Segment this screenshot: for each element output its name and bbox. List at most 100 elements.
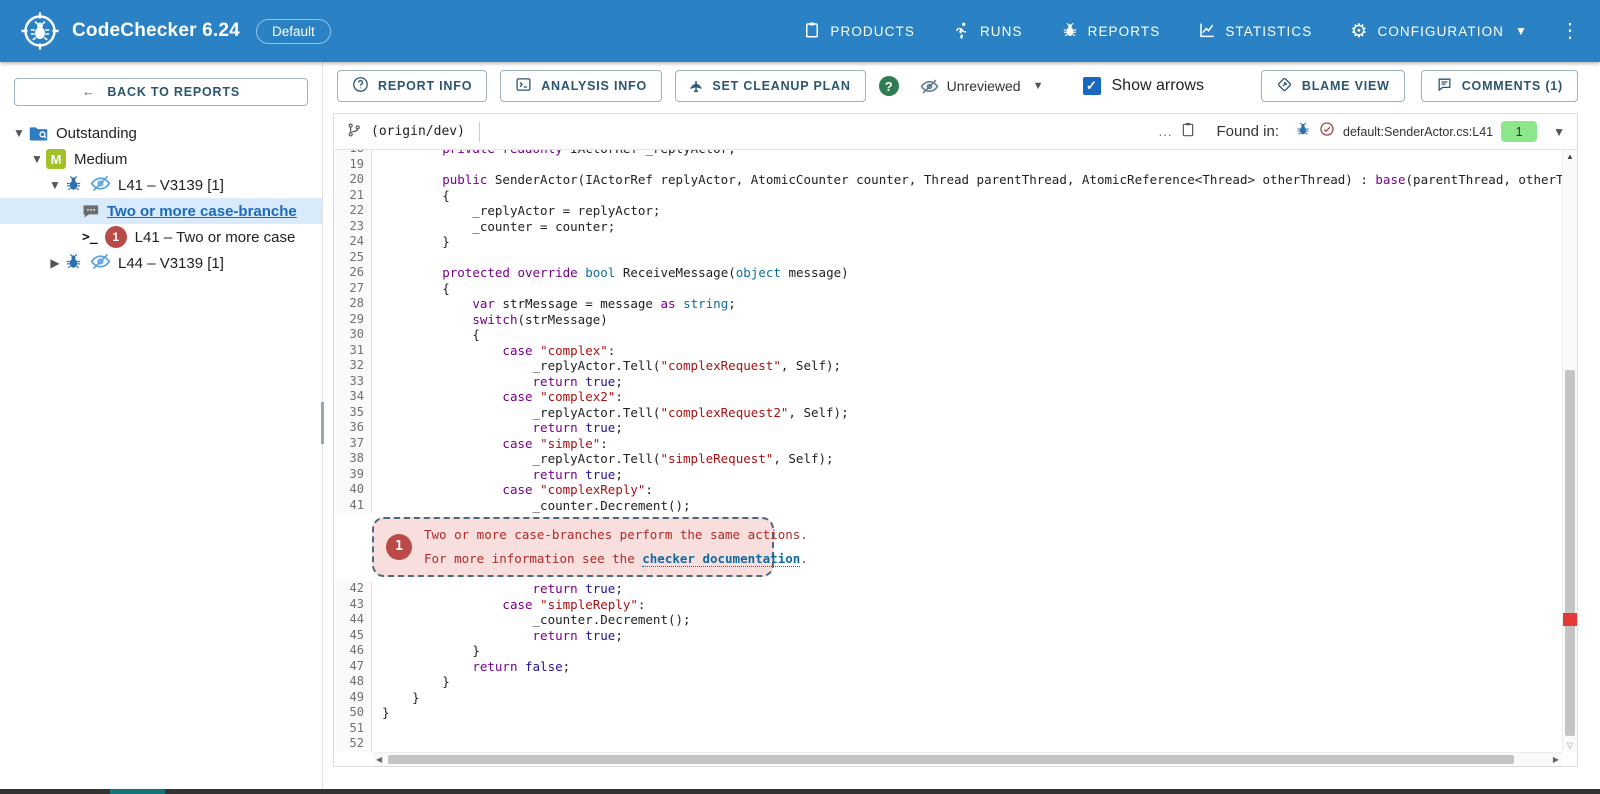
back-to-reports-button[interactable]: ← BACK TO REPORTS xyxy=(14,78,308,106)
code-line-28: 28 var strMessage = message as string; xyxy=(334,296,1562,312)
line-content: return true; xyxy=(372,420,623,436)
help-outline-icon xyxy=(352,76,369,96)
code-line-36: 36 return true; xyxy=(334,420,1562,436)
found-in-file[interactable]: default:SenderActor.cs:L41 xyxy=(1343,125,1493,139)
branch-indicator: (origin/dev) xyxy=(346,122,465,142)
line-number: 45 xyxy=(334,628,372,644)
line-content: } xyxy=(372,705,390,721)
expander-right-icon[interactable]: ▶ xyxy=(46,256,64,270)
product-chip[interactable]: Default xyxy=(256,19,331,44)
review-status-select[interactable]: Unreviewed ▼ xyxy=(920,77,1044,96)
code-line-35: 35 _replyActor.Tell("complexRequest2", S… xyxy=(334,405,1562,421)
step-count-badge: 1 xyxy=(105,226,127,248)
line-content: } xyxy=(372,674,450,690)
bug-position-marker xyxy=(1563,613,1577,626)
tree-item-report-message[interactable]: Two or more case-branche xyxy=(0,198,322,224)
code-line-43: 43 case "simpleReply": xyxy=(334,597,1562,613)
line-number: 51 xyxy=(334,721,372,737)
expander-down-icon[interactable]: ▼ xyxy=(46,178,64,192)
branch-name: (origin/dev) xyxy=(371,124,465,139)
blame-icon xyxy=(1276,76,1293,96)
line-content: _counter.Decrement(); xyxy=(372,498,691,514)
report-message-doc-line: For more information see the checker doc… xyxy=(424,551,760,566)
overflow-menu-icon[interactable]: ⋮ xyxy=(1560,21,1580,41)
line-number: 43 xyxy=(334,597,372,613)
scroll-down-icon[interactable]: ▽ xyxy=(1563,742,1577,750)
nav-item-configuration[interactable]: ⚙CONFIGURATION▼ xyxy=(1350,22,1528,41)
line-content xyxy=(372,721,382,737)
tree-item-report-l41-v3139[interactable]: ▼L41 – V3139 [1] xyxy=(0,172,322,198)
set-cleanup-plan-button[interactable]: ✈ SET CLEANUP PLAN xyxy=(675,70,866,102)
tree-item-report-l44-v3139[interactable]: ▶ L44 – V3139 [1] xyxy=(0,250,322,276)
products-icon xyxy=(803,21,821,42)
line-number: 49 xyxy=(334,690,372,706)
line-content: { xyxy=(372,188,450,204)
scroll-right-icon[interactable]: ▶ xyxy=(1553,755,1559,765)
content-area: ← BACK TO REPORTS ▼Outstanding▼MMedium▼L… xyxy=(0,62,1600,789)
code-line-42: 42 return true; xyxy=(334,581,1562,597)
line-content: return true; xyxy=(372,374,623,390)
blame-view-button[interactable]: BLAME VIEW xyxy=(1261,70,1405,102)
main-panel: REPORT INFO ANALYSIS INFO ✈ SET CLEANUP … xyxy=(323,62,1600,789)
comment-icon xyxy=(82,202,100,220)
vertical-scrollbar[interactable]: ▲ ▽ xyxy=(1562,150,1577,752)
chevron-down-icon: ▼ xyxy=(1515,24,1528,38)
git-branch-icon xyxy=(346,122,362,142)
expander-down-icon[interactable]: ▼ xyxy=(10,126,28,140)
copy-icon[interactable] xyxy=(1180,121,1196,142)
chevron-down-icon[interactable]: ▼ xyxy=(1553,125,1565,139)
checker-documentation-link[interactable]: checker documentation xyxy=(642,551,800,567)
code-line-50: 50} xyxy=(334,705,1562,721)
horizontal-scroll-thumb[interactable] xyxy=(388,755,1514,764)
reports-icon xyxy=(1061,21,1079,42)
show-arrows-checkbox[interactable]: ✓ xyxy=(1083,77,1101,95)
sidebar-resize-handle[interactable] xyxy=(322,62,323,789)
line-content: case "complex2": xyxy=(372,389,623,405)
code-line-26: 26 protected override bool ReceiveMessag… xyxy=(334,265,1562,281)
nav-item-reports[interactable]: REPORTS xyxy=(1061,21,1161,42)
show-arrows-toggle[interactable]: ✓ Show arrows xyxy=(1083,77,1204,95)
analysis-info-button[interactable]: ANALYSIS INFO xyxy=(500,70,662,102)
line-number: 19 xyxy=(334,157,372,173)
line-content: public SenderActor(IActorRef replyActor,… xyxy=(372,172,1562,188)
comments-icon xyxy=(1436,76,1453,96)
arrow-left-icon: ← xyxy=(82,85,95,99)
expander-down-icon[interactable]: ▼ xyxy=(28,152,46,166)
window-bottom-accent xyxy=(110,789,165,794)
tree-item-outstanding[interactable]: ▼Outstanding xyxy=(0,120,322,146)
code-line-44: 44 _counter.Decrement(); xyxy=(334,612,1562,628)
scroll-left-icon[interactable]: ◀ xyxy=(376,755,382,765)
tree-item-label: Two or more case-branche xyxy=(107,203,297,220)
tree-item-report-step-l41[interactable]: >_1L41 – Two or more case xyxy=(0,224,322,250)
nav-item-runs[interactable]: RUNS xyxy=(953,21,1023,42)
report-info-button[interactable]: REPORT INFO xyxy=(337,70,487,102)
review-status-help-icon[interactable]: ? xyxy=(879,76,899,96)
tree-item-severity-medium[interactable]: ▼MMedium xyxy=(0,146,322,172)
comments-button[interactable]: COMMENTS (1) xyxy=(1421,70,1578,102)
code-line-46: 46 } xyxy=(334,643,1562,659)
line-content: private readonly IActorRef _replyActor; xyxy=(372,150,736,157)
code-line-23: 23 _counter = counter; xyxy=(334,219,1562,235)
line-content: case "simpleReply": xyxy=(372,597,645,613)
report-step-badge: 1 xyxy=(386,534,412,560)
code-line-27: 27 { xyxy=(334,281,1562,297)
code-line-47: 47 return false; xyxy=(334,659,1562,675)
chevron-down-icon: ▼ xyxy=(1033,80,1044,92)
commit-ellipsis[interactable]: ... xyxy=(1159,124,1173,139)
analysis-info-label: ANALYSIS INFO xyxy=(541,79,647,93)
nav-item-label: PRODUCTS xyxy=(830,24,915,39)
review-status-value: Unreviewed xyxy=(947,78,1021,94)
tree-item-label: L41 – Two or more case xyxy=(135,229,296,246)
line-number: 27 xyxy=(334,281,372,297)
horizontal-scrollbar[interactable]: ◀ ▶ xyxy=(373,752,1562,766)
nav-item-statistics[interactable]: STATISTICS xyxy=(1198,21,1312,42)
nav-item-products[interactable]: PRODUCTS xyxy=(803,21,915,42)
file-header: (origin/dev) ... Found in: xyxy=(334,114,1577,150)
tree-item-label: L44 – V3139 [1] xyxy=(118,255,224,272)
code-editor[interactable]: 18 private readonly IActorRef _replyActo… xyxy=(334,150,1562,752)
scroll-up-icon[interactable]: ▲ xyxy=(1563,153,1577,161)
code-line-19: 19 xyxy=(334,157,1562,173)
vertical-scroll-thumb[interactable] xyxy=(1565,370,1575,736)
line-content: var strMessage = message as string; xyxy=(372,296,736,312)
nav-item-label: REPORTS xyxy=(1088,24,1161,39)
